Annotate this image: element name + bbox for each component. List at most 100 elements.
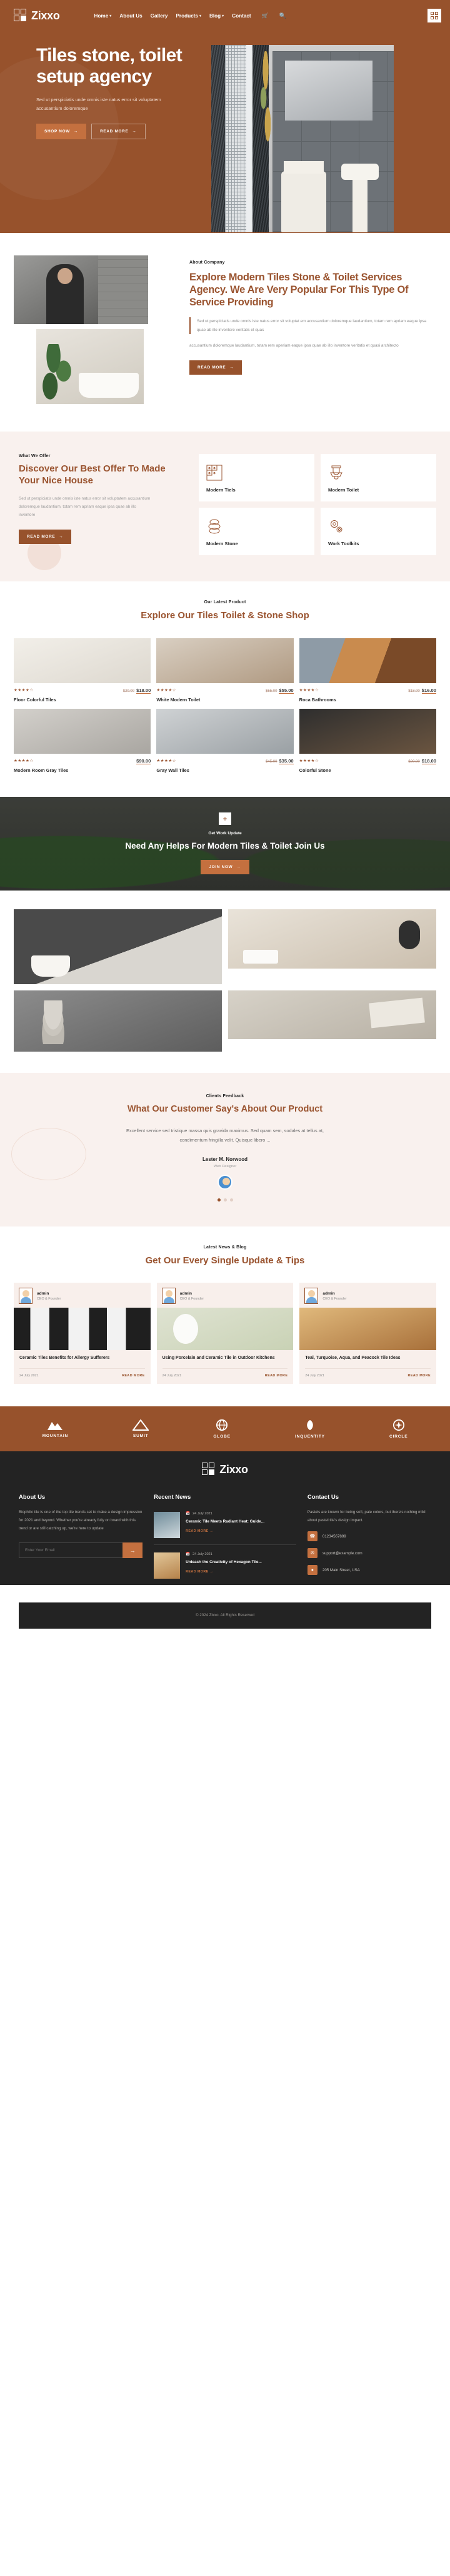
nav-item-about-us[interactable]: About Us: [119, 13, 142, 19]
nav-item-gallery[interactable]: Gallery: [151, 13, 168, 19]
email-field[interactable]: [19, 1542, 123, 1559]
contact-email-row[interactable]: ✉ support@example.com: [307, 1548, 431, 1559]
post-read-more-link[interactable]: READ MORE: [122, 1374, 145, 1378]
search-icon[interactable]: 🔍: [279, 12, 286, 19]
offer-card-work-toolkits[interactable]: Work Toolkits: [321, 508, 436, 555]
offer-card-label: Modern Tiels: [206, 486, 236, 493]
product-card[interactable]: ★★★★☆ $20.00 $18.00 Colorful Stone: [299, 708, 436, 773]
product-image: [14, 638, 151, 683]
products-eyebrow: Our Latest Product: [204, 600, 246, 605]
footer-news-column: Recent News 📅 24 July 2021 Ceramic Tile …: [154, 1494, 296, 1585]
news-date-row: 📅 24 July 2021: [186, 1552, 262, 1556]
product-image: [156, 638, 294, 683]
post-title: Using Porcelain and Ceramic Tile in Outd…: [162, 1356, 275, 1361]
brand-logo-mountain[interactable]: MOUNTAIN: [42, 1419, 68, 1438]
gallery-image-stones[interactable]: [14, 990, 222, 1052]
gallery-image-mirror-sink[interactable]: [228, 909, 436, 969]
gallery-image-tile-work[interactable]: [228, 990, 436, 1039]
gallery-image-bathtub[interactable]: [14, 909, 222, 984]
newsletter-form: →: [19, 1542, 143, 1559]
product-card[interactable]: ★★★★☆ $65.00 $55.00 White Modern Toilet: [156, 638, 294, 703]
read-more-button[interactable]: READ MORE →: [91, 123, 146, 139]
brand-logo[interactable]: Zixxo: [14, 9, 60, 22]
brand-logo-sumit[interactable]: SUMIT: [132, 1419, 149, 1438]
post-title: Ceramic Tiles Benefits for Allergy Suffe…: [19, 1356, 110, 1361]
carousel-dot[interactable]: [229, 1198, 233, 1202]
about-read-more-button[interactable]: READ MORE →: [189, 360, 242, 375]
product-card[interactable]: ★★★★☆ $90.00 Modern Room Gray Tiles: [14, 708, 151, 773]
news-more-label: READ MORE: [186, 1529, 209, 1534]
post-date: 24 July 2021: [19, 1374, 39, 1378]
footer-brand: Zixxo: [0, 1451, 450, 1486]
news-read-more-link[interactable]: READ MORE →: [186, 1570, 262, 1574]
carousel-dot[interactable]: [223, 1198, 227, 1202]
contact-phone-value: 01234567899: [322, 1534, 346, 1539]
carousel-dot[interactable]: [217, 1198, 221, 1202]
hero-section: Zixxo Home ▾ About Us Gallery Products ▾: [0, 0, 450, 233]
join-now-button[interactable]: JOIN NOW →: [201, 859, 249, 874]
blog-post-card[interactable]: admin CEO & Founder Teal, Turquoise, Aqu…: [299, 1283, 436, 1384]
nav-item-products[interactable]: Products ▾: [176, 13, 201, 19]
old-price: $65.00: [266, 689, 278, 693]
product-name: Colorful Stone: [299, 767, 331, 773]
nav-label: Blog: [209, 12, 221, 19]
offer-card-label: Modern Toilet: [328, 486, 359, 493]
nav-item-contact[interactable]: Contact: [232, 13, 251, 19]
mail-icon: ✉: [307, 1548, 318, 1559]
nav-item-home[interactable]: Home ▾: [94, 13, 112, 19]
grid-menu-icon[interactable]: [428, 9, 441, 22]
leaf-icon: [307, 1419, 313, 1431]
button-label: READ MORE: [100, 129, 129, 134]
contact-address-row[interactable]: ● 205 Main Street, USA: [307, 1565, 431, 1576]
arrow-right-icon: →: [129, 1547, 136, 1554]
news-date: 24 July 2021: [192, 1512, 212, 1516]
rating-stars: ★★★★☆: [299, 688, 319, 693]
offer-card-modern-toilet[interactable]: Modern Toilet: [321, 454, 436, 501]
product-name: Gray Wall Tiles: [156, 767, 189, 773]
plus-icon[interactable]: +: [219, 812, 231, 826]
shop-now-button[interactable]: SHOP NOW →: [36, 123, 87, 139]
testimonial-heading: What Our Customer Say's About Our Produc…: [127, 1103, 323, 1114]
news-date: 24 July 2021: [192, 1552, 212, 1557]
page-root: Zixxo Home ▾ About Us Gallery Products ▾: [0, 0, 450, 1629]
mountain-icon: [48, 1422, 63, 1431]
products-grid: ★★★★☆ $20.00 $18.00 Floor Colorful Tiles …: [14, 638, 436, 773]
products-heading: Explore Our Tiles Toilet & Stone Shop: [141, 610, 309, 621]
product-image: [299, 638, 436, 683]
copyright: © 2024 Zixxo. All Rights Reserved: [19, 1602, 431, 1629]
product-card[interactable]: ★★★★☆ $20.00 $18.00 Floor Colorful Tiles: [14, 638, 151, 703]
product-card[interactable]: ★★★★☆ $45.00 $35.00 Gray Wall Tiles: [156, 708, 294, 773]
new-price: $18.00: [136, 687, 151, 694]
product-card[interactable]: ★★★★☆ $18.00 $16.00 Roca Bathrooms: [299, 638, 436, 703]
offer-card-modern-stone[interactable]: Modern Stone: [199, 508, 314, 555]
brand-logo-globe[interactable]: GLOBE: [213, 1419, 230, 1439]
offer-read-more-button[interactable]: READ MORE →: [19, 529, 72, 544]
contact-phone-row[interactable]: ☎ 01234567899: [307, 1531, 431, 1542]
nav-item-blog[interactable]: Blog ▾: [209, 13, 224, 19]
testimonial-eyebrow: Clients Feedback: [206, 1093, 244, 1098]
author-avatar: [161, 1288, 176, 1305]
post-read-more-link[interactable]: READ MORE: [265, 1374, 288, 1378]
old-price: $20.00: [408, 759, 420, 764]
post-author-role: CEO & Founder: [322, 1296, 347, 1301]
news-read-more-link[interactable]: READ MORE →: [186, 1529, 264, 1533]
brand-logo-inquentity[interactable]: INQUENTITY: [295, 1419, 325, 1439]
chevron-down-icon: ▾: [222, 14, 224, 18]
blog-post-card[interactable]: admin CEO & Founder Ceramic Tiles Benefi…: [14, 1283, 151, 1384]
peak-icon: [132, 1419, 149, 1431]
circle-star-icon: [392, 1419, 404, 1431]
shopping-cart-icon[interactable]: 🛒: [262, 12, 269, 19]
product-image: [14, 708, 151, 754]
stacked-stones-icon: [208, 519, 221, 533]
brand-logo-circle[interactable]: CIRCLE: [389, 1419, 408, 1439]
offer-card-modern-tiles[interactable]: Modern Tiels: [199, 454, 314, 501]
post-read-more-link[interactable]: READ MORE: [408, 1374, 431, 1378]
blog-post-card[interactable]: admin CEO & Founder Using Porcelain and …: [156, 1283, 294, 1384]
arrow-right-icon: →: [132, 129, 137, 134]
footer-news-item[interactable]: 📅 24 July 2021 Unleash the Creativity of…: [154, 1544, 296, 1585]
post-thumbnail: [14, 1308, 151, 1351]
newsletter-submit-button[interactable]: →: [122, 1542, 143, 1559]
arrow-right-icon: →: [59, 534, 64, 539]
footer-news-item[interactable]: 📅 24 July 2021 Ceramic Tile Meets Radian…: [154, 1508, 296, 1544]
carousel-dots: [14, 1198, 436, 1202]
